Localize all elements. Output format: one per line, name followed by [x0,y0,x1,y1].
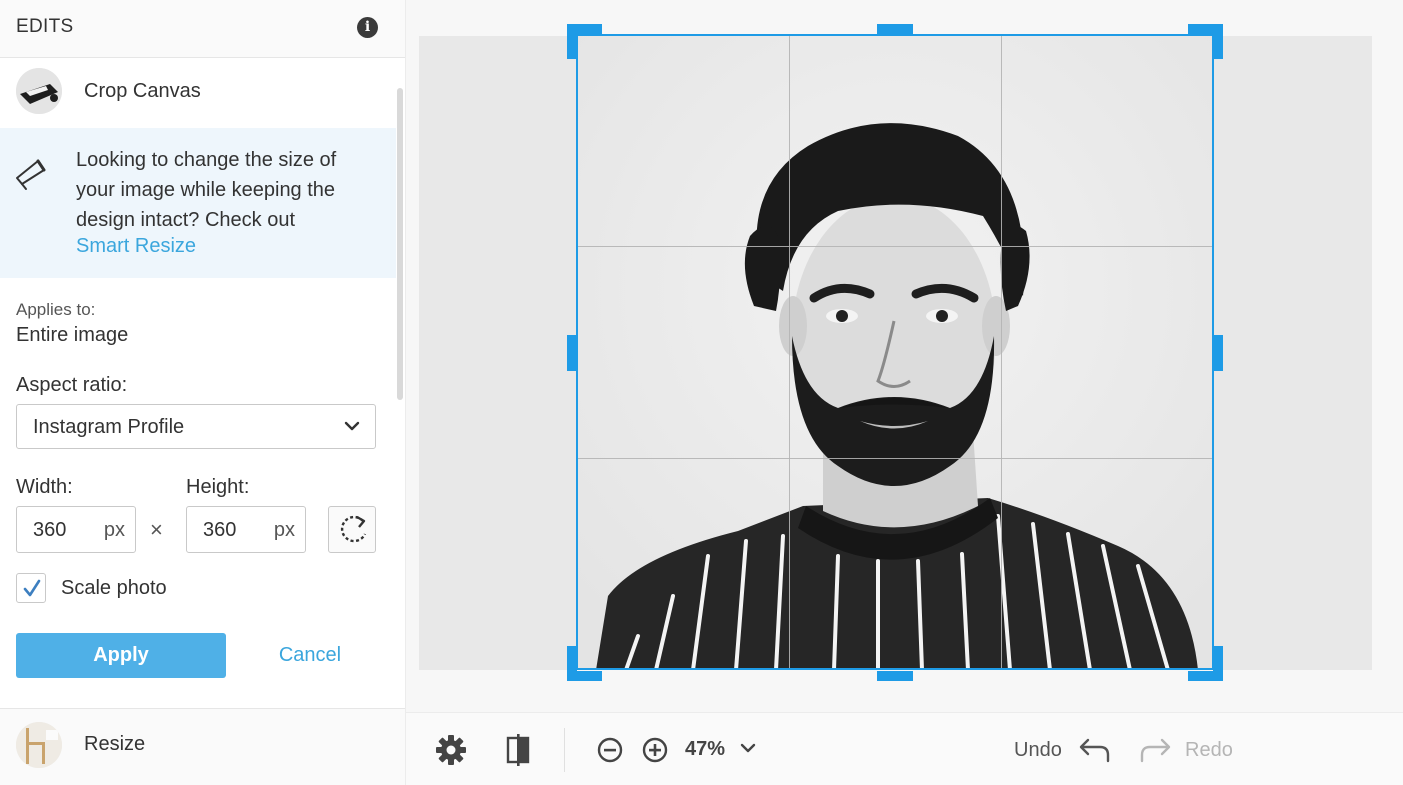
undo-icon[interactable] [1078,736,1112,764]
aspect-ratio-label: Aspect ratio: [16,374,128,396]
crop-handle-bottom[interactable] [877,671,913,681]
applies-to-value: Entire image [16,324,129,346]
crop-handle-bottom-left[interactable] [567,671,602,681]
apply-button[interactable]: Apply [16,633,226,678]
tool-crop-canvas[interactable]: Crop Canvas [0,58,396,124]
redo-icon[interactable] [1138,736,1172,764]
resize-label: Resize [84,733,146,755]
sidebar-scrollbar[interactable] [397,88,403,400]
crop-handle-right[interactable] [1213,335,1223,371]
crop-canvas-thumbnail [16,68,62,114]
width-value: 360 [33,519,67,541]
crop-frame[interactable] [576,34,1214,670]
cancel-button[interactable]: Cancel [262,633,358,678]
height-label: Height: [186,476,250,498]
resize-thumbnail [16,722,62,768]
zoom-in-icon[interactable] [641,736,669,764]
aspect-ratio-select[interactable]: Instagram Profile [16,404,376,449]
edits-sidebar: EDITS i Crop Canvas Looking to change th… [0,0,406,785]
scale-photo-checkbox[interactable] [16,573,46,603]
scale-photo-label[interactable]: Scale photo [61,577,167,600]
info-icon[interactable]: i [357,17,378,38]
height-unit: px [273,519,295,541]
zoom-level[interactable]: 47% [685,738,725,761]
compare-icon[interactable] [503,733,535,767]
check-icon [23,579,41,597]
smart-resize-link[interactable]: Smart Resize [76,235,196,258]
sidebar-header: EDITS i [0,0,405,58]
chevron-down-icon [344,421,360,431]
crop-handle-top-right[interactable] [1213,24,1223,59]
crop-handle-bottom-right[interactable] [1188,671,1223,681]
crop-handle-top[interactable] [877,24,913,34]
chevron-down-icon[interactable] [739,742,757,756]
redo-label[interactable]: Redo [1185,739,1233,762]
gear-icon[interactable] [434,733,468,767]
applies-to-label: Applies to: [16,300,96,319]
height-input[interactable]: 360 px [186,506,306,553]
width-label: Width: [16,476,73,498]
zoom-out-icon[interactable] [596,736,624,764]
times-icon: × [150,517,163,542]
rotate-button[interactable] [328,506,376,553]
tip-text: Looking to change the size of your image… [76,149,337,231]
crop-canvas-label: Crop Canvas [84,80,201,102]
crop-handle-top-left[interactable] [567,24,577,59]
rotate-icon [340,515,367,543]
undo-label[interactable]: Undo [1014,739,1062,762]
tool-resize[interactable]: Resize [0,709,396,775]
sidebar-title: EDITS [16,16,74,37]
width-input[interactable]: 360 px [16,506,136,553]
crop-handle-left[interactable] [567,335,577,371]
height-value: 360 [203,519,237,541]
bottom-toolbar [406,712,1403,785]
toolbar-separator [564,728,565,772]
width-unit: px [103,519,125,541]
megaphone-icon [16,159,46,190]
aspect-ratio-value: Instagram Profile [33,416,185,438]
